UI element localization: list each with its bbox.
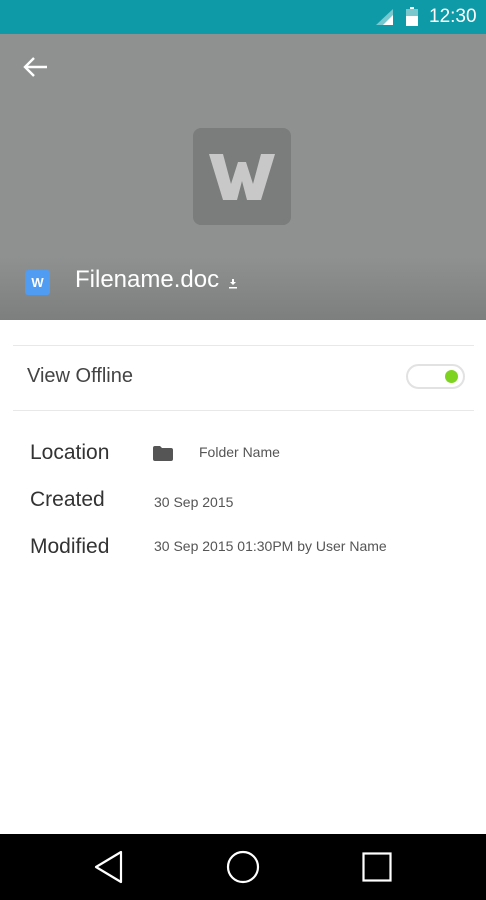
folder-icon <box>153 446 173 461</box>
divider <box>13 345 474 346</box>
arrow-left-icon[interactable] <box>22 56 50 78</box>
location-value[interactable]: Folder Name <box>199 444 280 460</box>
signal-icon <box>376 9 393 25</box>
location-label: Location <box>30 441 110 464</box>
file-type-badge: W <box>25 270 50 295</box>
home-circle-icon[interactable] <box>226 850 260 884</box>
modified-label: Modified <box>30 535 110 558</box>
back-triangle-icon[interactable] <box>94 850 124 884</box>
battery-icon <box>406 7 418 26</box>
file-header: W Filename.doc <box>0 34 486 320</box>
file-preview <box>193 128 291 225</box>
status-time: 12:30 <box>429 6 477 27</box>
view-offline-label: View Offline <box>27 365 133 387</box>
toggle-knob <box>445 370 458 383</box>
status-bar: 12:30 <box>0 0 486 34</box>
navigation-bar <box>0 834 486 900</box>
recents-square-icon[interactable] <box>362 852 392 882</box>
divider <box>13 410 474 411</box>
word-letter-icon <box>209 154 275 200</box>
modified-value: 30 Sep 2015 01:30PM by User Name <box>154 538 387 554</box>
download-icon[interactable] <box>228 279 238 289</box>
created-value: 30 Sep 2015 <box>154 494 234 510</box>
view-offline-toggle[interactable] <box>406 364 465 389</box>
filename: Filename.doc <box>75 266 220 293</box>
created-label: Created <box>30 488 105 511</box>
